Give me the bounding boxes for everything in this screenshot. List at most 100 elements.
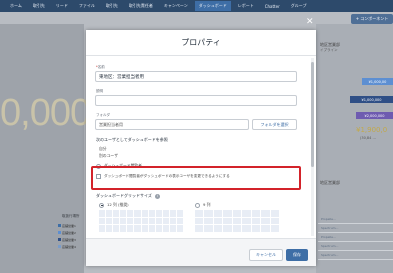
grid-cell <box>120 225 127 232</box>
close-icon[interactable]: ✕ <box>306 18 314 27</box>
cancel-button[interactable]: キャンセル <box>249 249 283 261</box>
nav-item[interactable]: 取引先 <box>29 3 49 9</box>
info-icon[interactable]: i <box>154 193 160 199</box>
nav-item[interactable]: 取引先 <box>102 3 122 9</box>
nav-item[interactable]: ファイル <box>75 3 99 9</box>
grid-cell <box>162 225 169 232</box>
grid-cell <box>120 210 127 217</box>
grid-preview-9 <box>195 210 279 232</box>
grid-cell <box>204 210 213 217</box>
grid-option-9[interactable]: 9 列 <box>195 202 210 208</box>
legend-swatch <box>58 238 61 241</box>
dialog-header: プロパティ <box>86 30 316 56</box>
grid-cell <box>213 217 223 225</box>
grid-cell <box>155 210 162 217</box>
nav-item[interactable]: レポート <box>234 3 258 9</box>
grid-cell <box>148 225 155 232</box>
grid-cell <box>127 217 134 225</box>
grid-cell <box>99 225 106 232</box>
grid-cell <box>270 210 279 217</box>
grid-cell <box>195 210 204 217</box>
grid-cell <box>261 210 270 217</box>
grid-cell <box>242 217 251 225</box>
grid-option-12[interactable]: 12 列 (推奨) <box>99 202 129 208</box>
nav-item[interactable]: ホーム <box>6 3 26 9</box>
folder-field[interactable]: 営業担当者用 <box>95 119 249 130</box>
grid-preview-12 <box>99 210 183 232</box>
grid-cell <box>99 210 106 217</box>
grid-cell <box>195 225 204 232</box>
grid-cell <box>223 210 232 217</box>
grid-cell <box>223 225 232 232</box>
grid-cell <box>242 210 251 217</box>
funnel-bar: ¥1,000,000 <box>350 96 393 103</box>
grid-cell <box>213 210 223 217</box>
grid-cell <box>261 225 270 232</box>
grid-cell <box>176 225 183 232</box>
legend-item: 店舗営業1 <box>58 222 84 229</box>
grid-cell <box>169 217 176 225</box>
grid-cell <box>270 225 279 232</box>
legend-item: 店舗営業2 <box>58 229 84 236</box>
description-label: 説明 <box>96 89 103 93</box>
nav-item[interactable]: Chatter <box>261 4 284 9</box>
radio-option-me[interactable]: 自分 <box>99 146 107 152</box>
radio-button[interactable] <box>99 202 104 208</box>
description-field[interactable] <box>95 95 297 106</box>
folder-label: フォルダ <box>96 113 110 117</box>
view-as-label: 次のユーザとしてダッシュボードを参照 <box>96 137 168 142</box>
table-row[interactable]: Spectrum... <box>318 224 393 233</box>
grid-cell <box>162 210 169 217</box>
metric-value: ¥1,900,0 <box>356 126 388 134</box>
grid-cell <box>223 217 232 225</box>
nav-item[interactable]: キャンペーン <box>160 3 192 9</box>
legend-label: 店舗営業4 <box>62 244 76 249</box>
highlight-annotation <box>91 166 301 190</box>
grid-cell <box>251 217 261 225</box>
data-table: Propelle... Spectrum... Propelle... Spec… <box>318 215 393 260</box>
grid-cell <box>251 225 261 232</box>
table-row[interactable]: Spectrum... <box>318 242 393 251</box>
nav-item[interactable]: 取引先責任者 <box>125 3 157 9</box>
grid-cell <box>213 225 223 232</box>
grid-cell <box>162 217 169 225</box>
grid-cell <box>141 217 148 225</box>
radio-button[interactable] <box>195 202 200 208</box>
legend-label: 店舗営業1 <box>62 223 76 228</box>
add-component-button[interactable]: + コンポーネント <box>351 14 393 24</box>
grid-cell <box>134 225 141 232</box>
dialog-footer: キャンセル 保存 <box>86 238 316 266</box>
name-label-text: 名前 <box>97 65 105 69</box>
radio-label: 自分 <box>99 146 107 151</box>
top-navigation-bar: ホーム 取引先 リード ファイル 取引先 取引先責任者 キャンペーン ダッシュボ… <box>0 0 393 12</box>
grid-cell <box>134 210 141 217</box>
nav-item[interactable]: グループ <box>287 3 311 9</box>
table-row[interactable]: Spectrum... <box>318 251 393 260</box>
table-row[interactable]: Propelle... <box>318 233 393 242</box>
legend-item: 店舗営業4 <box>58 243 84 250</box>
radio-option-other-user[interactable]: 別のユーザ <box>99 153 118 159</box>
grid-cell <box>242 225 251 232</box>
dialog-title: プロパティ <box>181 38 221 47</box>
metric-subtext: (30,84 … <box>360 136 376 140</box>
nav-item-dashboard[interactable]: ダッシュボード <box>194 1 231 11</box>
component-title: 地区営業部 <box>320 180 340 185</box>
grid-cell <box>113 225 120 232</box>
grid-cell <box>113 217 120 225</box>
grid-cell <box>169 210 176 217</box>
grid-cell <box>155 225 162 232</box>
legend-swatch <box>58 224 61 227</box>
name-field[interactable]: 東地区：営業担当者用 <box>95 71 297 82</box>
grid-cell <box>113 210 120 217</box>
funnel-bar: ¥1,000,00 <box>362 78 393 85</box>
grid-cell <box>141 225 148 232</box>
grid-cell <box>127 225 134 232</box>
grid-cell <box>270 217 279 225</box>
table-row[interactable]: Propelle... <box>318 215 393 224</box>
grid-cell <box>169 225 176 232</box>
save-button[interactable]: 保存 <box>286 249 308 261</box>
select-folder-button[interactable]: フォルダを選択 <box>252 119 297 130</box>
nav-item[interactable]: リード <box>52 3 72 9</box>
funnel-bar: ¥2,000,000 <box>356 112 393 119</box>
grid-cell <box>232 217 242 225</box>
